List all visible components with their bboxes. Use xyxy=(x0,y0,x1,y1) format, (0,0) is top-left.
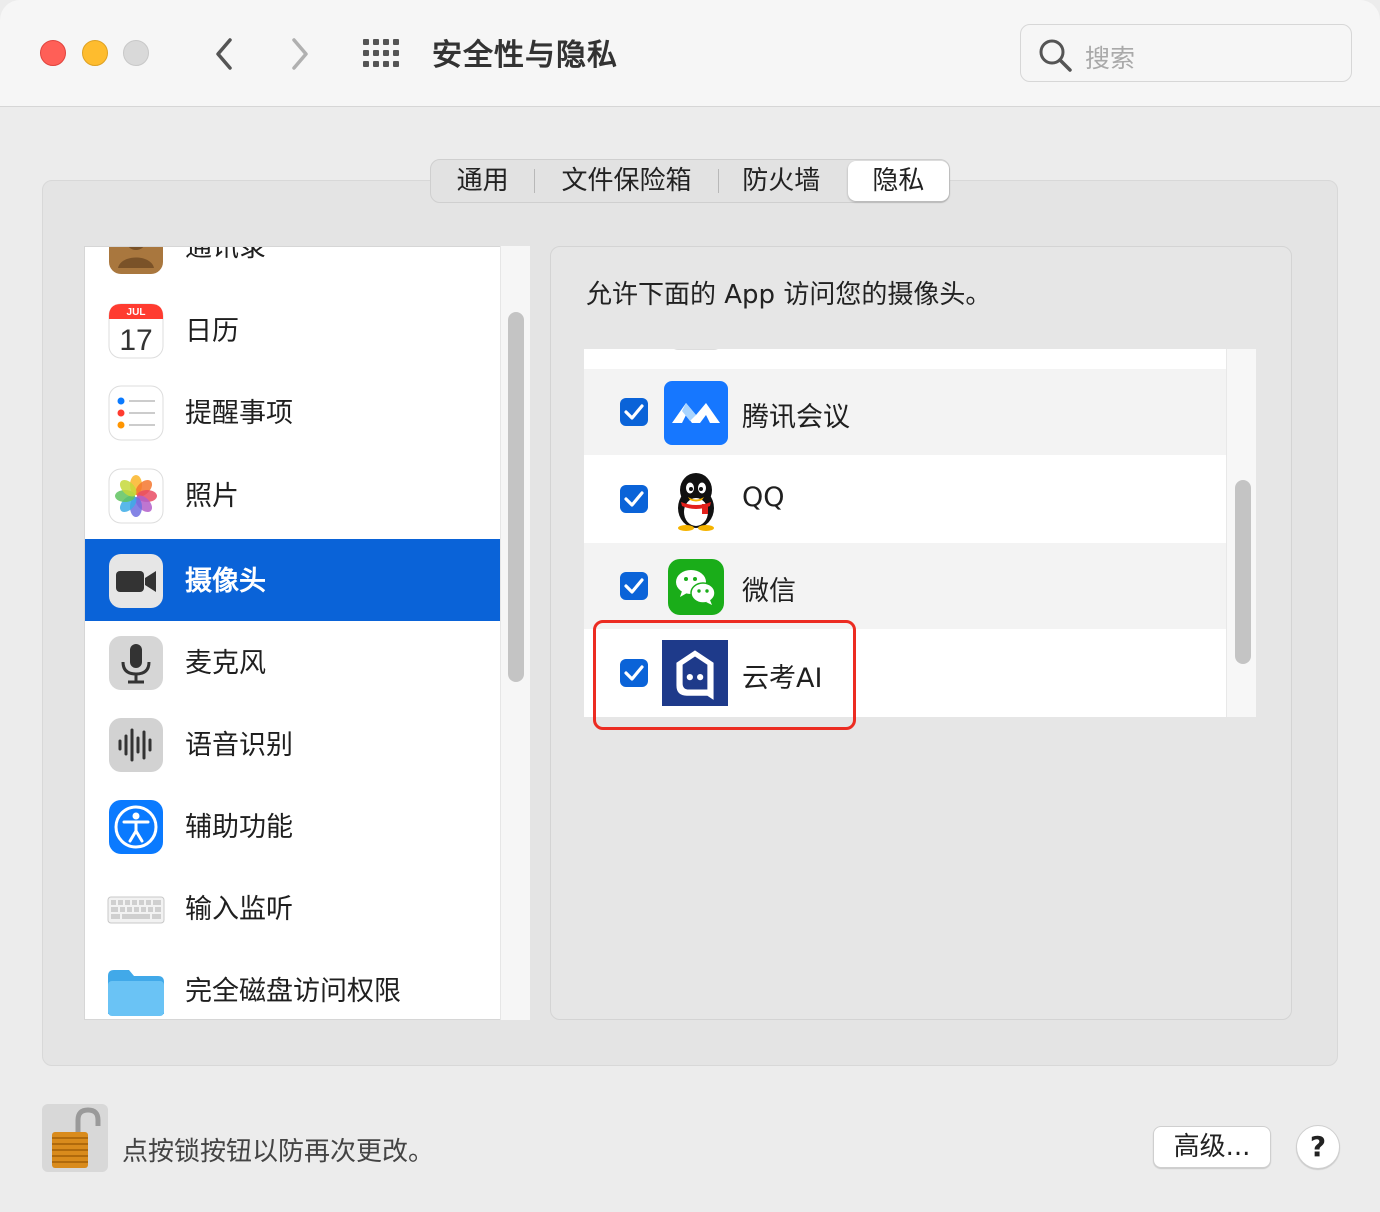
tab-privacy[interactable]: 隐私 xyxy=(847,161,950,201)
grid-icon xyxy=(363,39,399,67)
app-name: 微信 xyxy=(742,576,796,607)
sidebar-item-label: 麦克风 xyxy=(185,648,266,679)
sidebar-item-microphone[interactable]: 麦克风 xyxy=(85,621,501,703)
title-bar: 安全性与隐私 搜索 xyxy=(0,0,1380,107)
app-name: 腾讯会议 xyxy=(742,402,850,433)
back-button[interactable] xyxy=(206,34,242,74)
calendar-icon-month: JUL xyxy=(127,307,146,318)
checkmark-icon xyxy=(624,404,644,420)
sidebar-item-camera[interactable]: 摄像头 xyxy=(85,539,501,621)
checkmark-icon xyxy=(624,578,644,594)
wechat-icon xyxy=(668,559,724,615)
sidebar-item-speech-recognition[interactable]: 语音识别 xyxy=(85,703,501,785)
unlocked-padlock-icon xyxy=(42,1104,108,1172)
sidebar-item-label: 日历 xyxy=(185,316,239,347)
app-row-partial xyxy=(584,349,1226,369)
sidebar-item-label: 完全磁盘访问权限 xyxy=(185,976,401,1007)
microphone-icon xyxy=(109,636,163,690)
system-preferences-window: 安全性与隐私 搜索 通用 文件保险箱 防火墙 隐私 通讯录 JUL 17 日历 … xyxy=(0,0,1380,1212)
help-button[interactable]: ? xyxy=(1296,1125,1340,1169)
app-row-wechat[interactable]: 微信 xyxy=(584,543,1226,629)
sidebar-item-full-disk-access[interactable]: 完全磁盘访问权限 xyxy=(85,949,501,1019)
privacy-category-list[interactable]: 通讯录 JUL 17 日历 提醒事项 照片 摄像头 麦克风 语音识别 辅助功能 … xyxy=(84,246,530,1020)
app-row-qq[interactable]: QQ xyxy=(584,456,1226,542)
app-row-tencent-meeting[interactable]: 腾讯会议 xyxy=(584,369,1226,455)
search-field[interactable]: 搜索 xyxy=(1020,24,1352,82)
checkmark-icon xyxy=(624,491,644,507)
show-all-button[interactable] xyxy=(362,37,402,69)
folder-icon xyxy=(108,970,164,1016)
calendar-icon-day: 17 xyxy=(119,324,152,357)
sidebar-item-label: 摄像头 xyxy=(185,566,266,597)
lock-button[interactable] xyxy=(42,1104,108,1172)
sidebar-scrollbar-thumb[interactable] xyxy=(508,312,524,682)
search-icon xyxy=(1039,39,1072,72)
tencent-meeting-icon xyxy=(664,381,728,445)
pane-description: 允许下面的 App 访问您的摄像头。 xyxy=(586,280,992,310)
sidebar-item-calendar[interactable]: JUL 17 日历 xyxy=(85,289,501,371)
tab-firewall[interactable]: 防火墙 xyxy=(719,161,844,201)
app-list-scrollbar-thumb[interactable] xyxy=(1235,480,1251,664)
close-window-button[interactable] xyxy=(40,40,66,66)
tab-general[interactable]: 通用 xyxy=(431,161,534,201)
sidebar-item-accessibility[interactable]: 辅助功能 xyxy=(85,785,501,867)
accessibility-icon xyxy=(109,800,163,854)
sidebar-item-contacts[interactable]: 通讯录 xyxy=(85,246,501,287)
window-title: 安全性与隐私 xyxy=(432,38,618,73)
forward-button[interactable] xyxy=(282,34,318,74)
calendar-icon: JUL 17 xyxy=(108,303,164,359)
wechat-checkbox[interactable] xyxy=(620,572,648,600)
contacts-icon xyxy=(109,247,163,274)
keyboard-icon xyxy=(107,896,165,924)
sidebar-item-label: 照片 xyxy=(185,481,239,512)
qq-icon xyxy=(678,473,714,531)
zoom-window-button[interactable] xyxy=(123,40,149,66)
sidebar-item-photos[interactable]: 照片 xyxy=(85,454,501,536)
sidebar-item-input-monitoring[interactable]: 输入监听 xyxy=(85,867,501,949)
app-name: QQ xyxy=(742,482,785,513)
chevron-left-icon xyxy=(216,38,232,70)
chevron-right-icon xyxy=(292,38,308,70)
tab-bar: 通用 文件保险箱 防火墙 隐私 xyxy=(430,159,950,203)
search-placeholder: 搜索 xyxy=(1085,44,1136,73)
speech-recognition-icon xyxy=(109,718,163,772)
camera-icon xyxy=(109,554,163,608)
sidebar-item-reminders[interactable]: 提醒事项 xyxy=(85,371,501,453)
sidebar-item-label: 通讯录 xyxy=(185,246,266,263)
tab-filevault[interactable]: 文件保险箱 xyxy=(535,161,718,201)
minimize-window-button[interactable] xyxy=(82,40,108,66)
qq-checkbox[interactable] xyxy=(620,485,648,513)
highlight-box xyxy=(593,620,856,730)
sidebar-item-label: 语音识别 xyxy=(185,730,293,761)
sidebar-item-label: 辅助功能 xyxy=(185,812,293,843)
sidebar-item-label: 提醒事项 xyxy=(185,398,293,429)
reminders-icon xyxy=(108,385,164,441)
partial-app-icon xyxy=(670,349,722,350)
advanced-button[interactable]: 高级... xyxy=(1153,1126,1271,1168)
photos-icon xyxy=(108,468,164,524)
lock-hint-text: 点按锁按钮以防再次更改。 xyxy=(122,1137,435,1167)
sidebar-item-label: 输入监听 xyxy=(185,894,293,925)
tencent-meeting-checkbox[interactable] xyxy=(620,398,648,426)
